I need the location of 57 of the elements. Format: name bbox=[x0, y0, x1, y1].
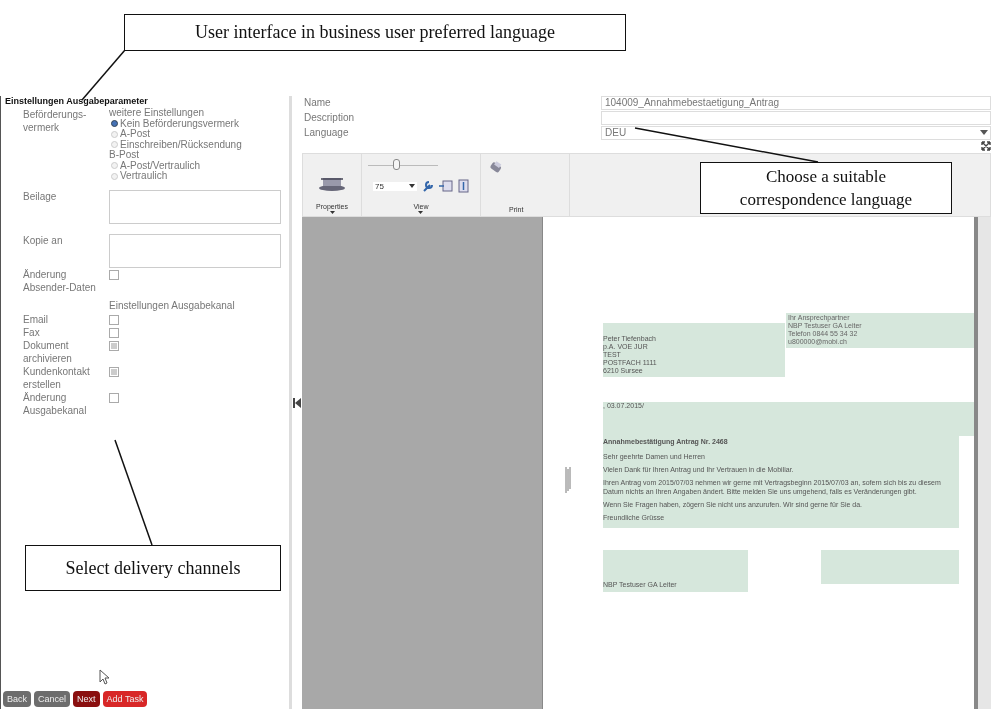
checkbox[interactable] bbox=[109, 327, 119, 338]
slider-thumb[interactable] bbox=[393, 159, 400, 170]
section-heading: Einstellungen Ausgabekanal bbox=[108, 299, 236, 311]
text-area[interactable] bbox=[109, 233, 281, 268]
caret-icon bbox=[409, 184, 415, 188]
option-group-label: weitere Einstellungen bbox=[109, 108, 205, 119]
field-label: Beilage bbox=[22, 189, 58, 204]
action-button[interactable]: Next bbox=[73, 691, 100, 707]
checkbox-label: Änderung Absender-Daten bbox=[22, 267, 97, 294]
margin-code-drawing bbox=[565, 465, 571, 495]
zoom-dropdown[interactable]: 75 bbox=[373, 181, 417, 191]
annotation-callout: Choose a suitable correspondence language bbox=[700, 162, 952, 214]
checkbox-label: Fax bbox=[22, 325, 41, 339]
fullscreen-icon[interactable] bbox=[981, 141, 991, 151]
action-button[interactable]: Cancel bbox=[34, 691, 71, 707]
checkbox[interactable] bbox=[109, 340, 119, 351]
field-label: Beförderungs-vermerk bbox=[22, 108, 88, 135]
checkbox-label: Dokument archivieren bbox=[22, 338, 73, 365]
field-label: Language bbox=[303, 127, 350, 138]
caret-icon bbox=[329, 211, 335, 214]
checkbox-label: Email bbox=[22, 312, 49, 326]
action-button[interactable]: Add Task bbox=[102, 691, 148, 707]
radio-option[interactable]: Einschreiben/Rücksendung bbox=[109, 139, 242, 150]
fit-width-icon[interactable] bbox=[439, 180, 453, 192]
scrollbar[interactable] bbox=[974, 217, 991, 709]
caret-icon bbox=[418, 211, 424, 214]
action-button[interactable]: Back bbox=[3, 691, 31, 707]
mouse-cursor-icon bbox=[99, 669, 111, 685]
checkbox-label: Kundenkontakt erstellen bbox=[22, 364, 91, 391]
wrench-icon[interactable] bbox=[422, 180, 434, 192]
checkbox[interactable] bbox=[109, 392, 119, 403]
input-field[interactable] bbox=[601, 110, 991, 125]
radio-icon[interactable] bbox=[111, 120, 118, 128]
annotation-callout: User interface in business user preferred language bbox=[124, 14, 626, 51]
language-dropdown[interactable]: DEU bbox=[601, 125, 991, 140]
checkbox-label: Änderung Ausgabekanal bbox=[22, 390, 88, 417]
input-field[interactable]: 104009_Annahmebestaetigung_Antrag bbox=[601, 95, 991, 110]
checkbox[interactable] bbox=[109, 366, 119, 377]
checkbox[interactable] bbox=[109, 314, 119, 325]
field-label: Kopie an bbox=[22, 233, 64, 248]
text-area[interactable] bbox=[109, 189, 281, 224]
checkbox[interactable] bbox=[109, 269, 119, 280]
option-group-label: B-Post bbox=[109, 150, 139, 161]
field-label: Description bbox=[303, 112, 356, 123]
annotation-callout: Select delivery channels bbox=[25, 545, 281, 591]
printer-icon[interactable] bbox=[489, 160, 503, 174]
scale-icon[interactable] bbox=[317, 175, 347, 193]
panel-title: Einstellungen Ausgabeparameter bbox=[4, 96, 149, 106]
caret-icon bbox=[980, 130, 988, 135]
radio-option[interactable]: Vertraulich bbox=[109, 171, 242, 182]
zoom-slider[interactable] bbox=[368, 157, 438, 169]
radio-option[interactable]: A-Post/Vertraulich bbox=[109, 160, 242, 171]
radio-option[interactable]: Kein Beförderungsvermerk bbox=[109, 118, 242, 129]
radio-option[interactable]: A-Post bbox=[109, 129, 242, 140]
collapse-panel-icon[interactable] bbox=[293, 397, 301, 408]
field-label: Name bbox=[303, 97, 332, 108]
fit-page-icon[interactable] bbox=[458, 179, 469, 193]
